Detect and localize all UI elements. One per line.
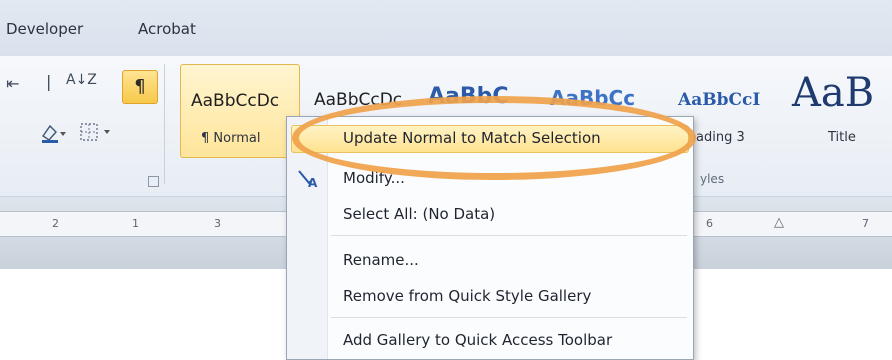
ruler-number: 7 [862,217,869,230]
ribbon-tab-bar: Developer Acrobat [0,0,892,57]
style-preview: AaBbCcDc [191,91,280,111]
menu-item-remove-from-gallery[interactable]: Remove from Quick Style Gallery [287,281,693,311]
borders-icon[interactable] [80,122,114,146]
menu-item-label: Remove from Quick Style Gallery [343,287,592,305]
menu-item-label: Add Gallery to Quick Access Toolbar [343,331,613,349]
decrease-indent-icon[interactable]: ⇤ [6,74,19,93]
tab-developer[interactable]: Developer [6,20,83,38]
ruler-number: 1 [132,217,139,230]
menu-item-add-gallery-to-qat[interactable]: Add Gallery to Quick Access Toolbar [287,325,693,355]
menu-item-label: Rename... [343,251,419,269]
paragraph-dialog-launcher-icon[interactable] [148,176,159,187]
sort-icon[interactable]: A↓Z [66,72,97,88]
group-divider [164,64,165,184]
svg-text:A: A [308,176,318,189]
style-tile-normal[interactable]: AaBbCcDc ¶ Normal [180,64,300,158]
ruler-number: 6 [706,217,713,230]
show-hide-formatting-button[interactable]: ¶ [122,70,158,104]
tab-acrobat[interactable]: Acrobat [138,20,196,38]
highlight-callout-ellipse [292,96,696,180]
style-name: Title [828,130,856,145]
styles-group-label: yles [700,172,725,186]
ruler-number: 3 [214,217,221,230]
style-name: ¶ Normal [201,131,261,146]
menu-item-rename[interactable]: Rename... [287,245,693,275]
style-preview: AaBbCcI [678,90,761,110]
separator-icon: | [46,72,52,91]
style-tile-title[interactable]: AaB Title [782,64,892,156]
menu-item-select-all[interactable]: Select All: (No Data) [287,199,693,229]
ruler-number: 2 [52,217,59,230]
modify-style-icon: A [297,167,319,190]
style-preview: AaB [792,70,875,116]
menu-item-label: Select All: (No Data) [343,205,496,223]
menu-separator [331,235,687,236]
indent-marker-icon[interactable]: △ [774,215,784,230]
menu-separator [331,317,687,318]
style-name: eading 3 [688,130,745,145]
shading-icon[interactable] [40,122,66,148]
